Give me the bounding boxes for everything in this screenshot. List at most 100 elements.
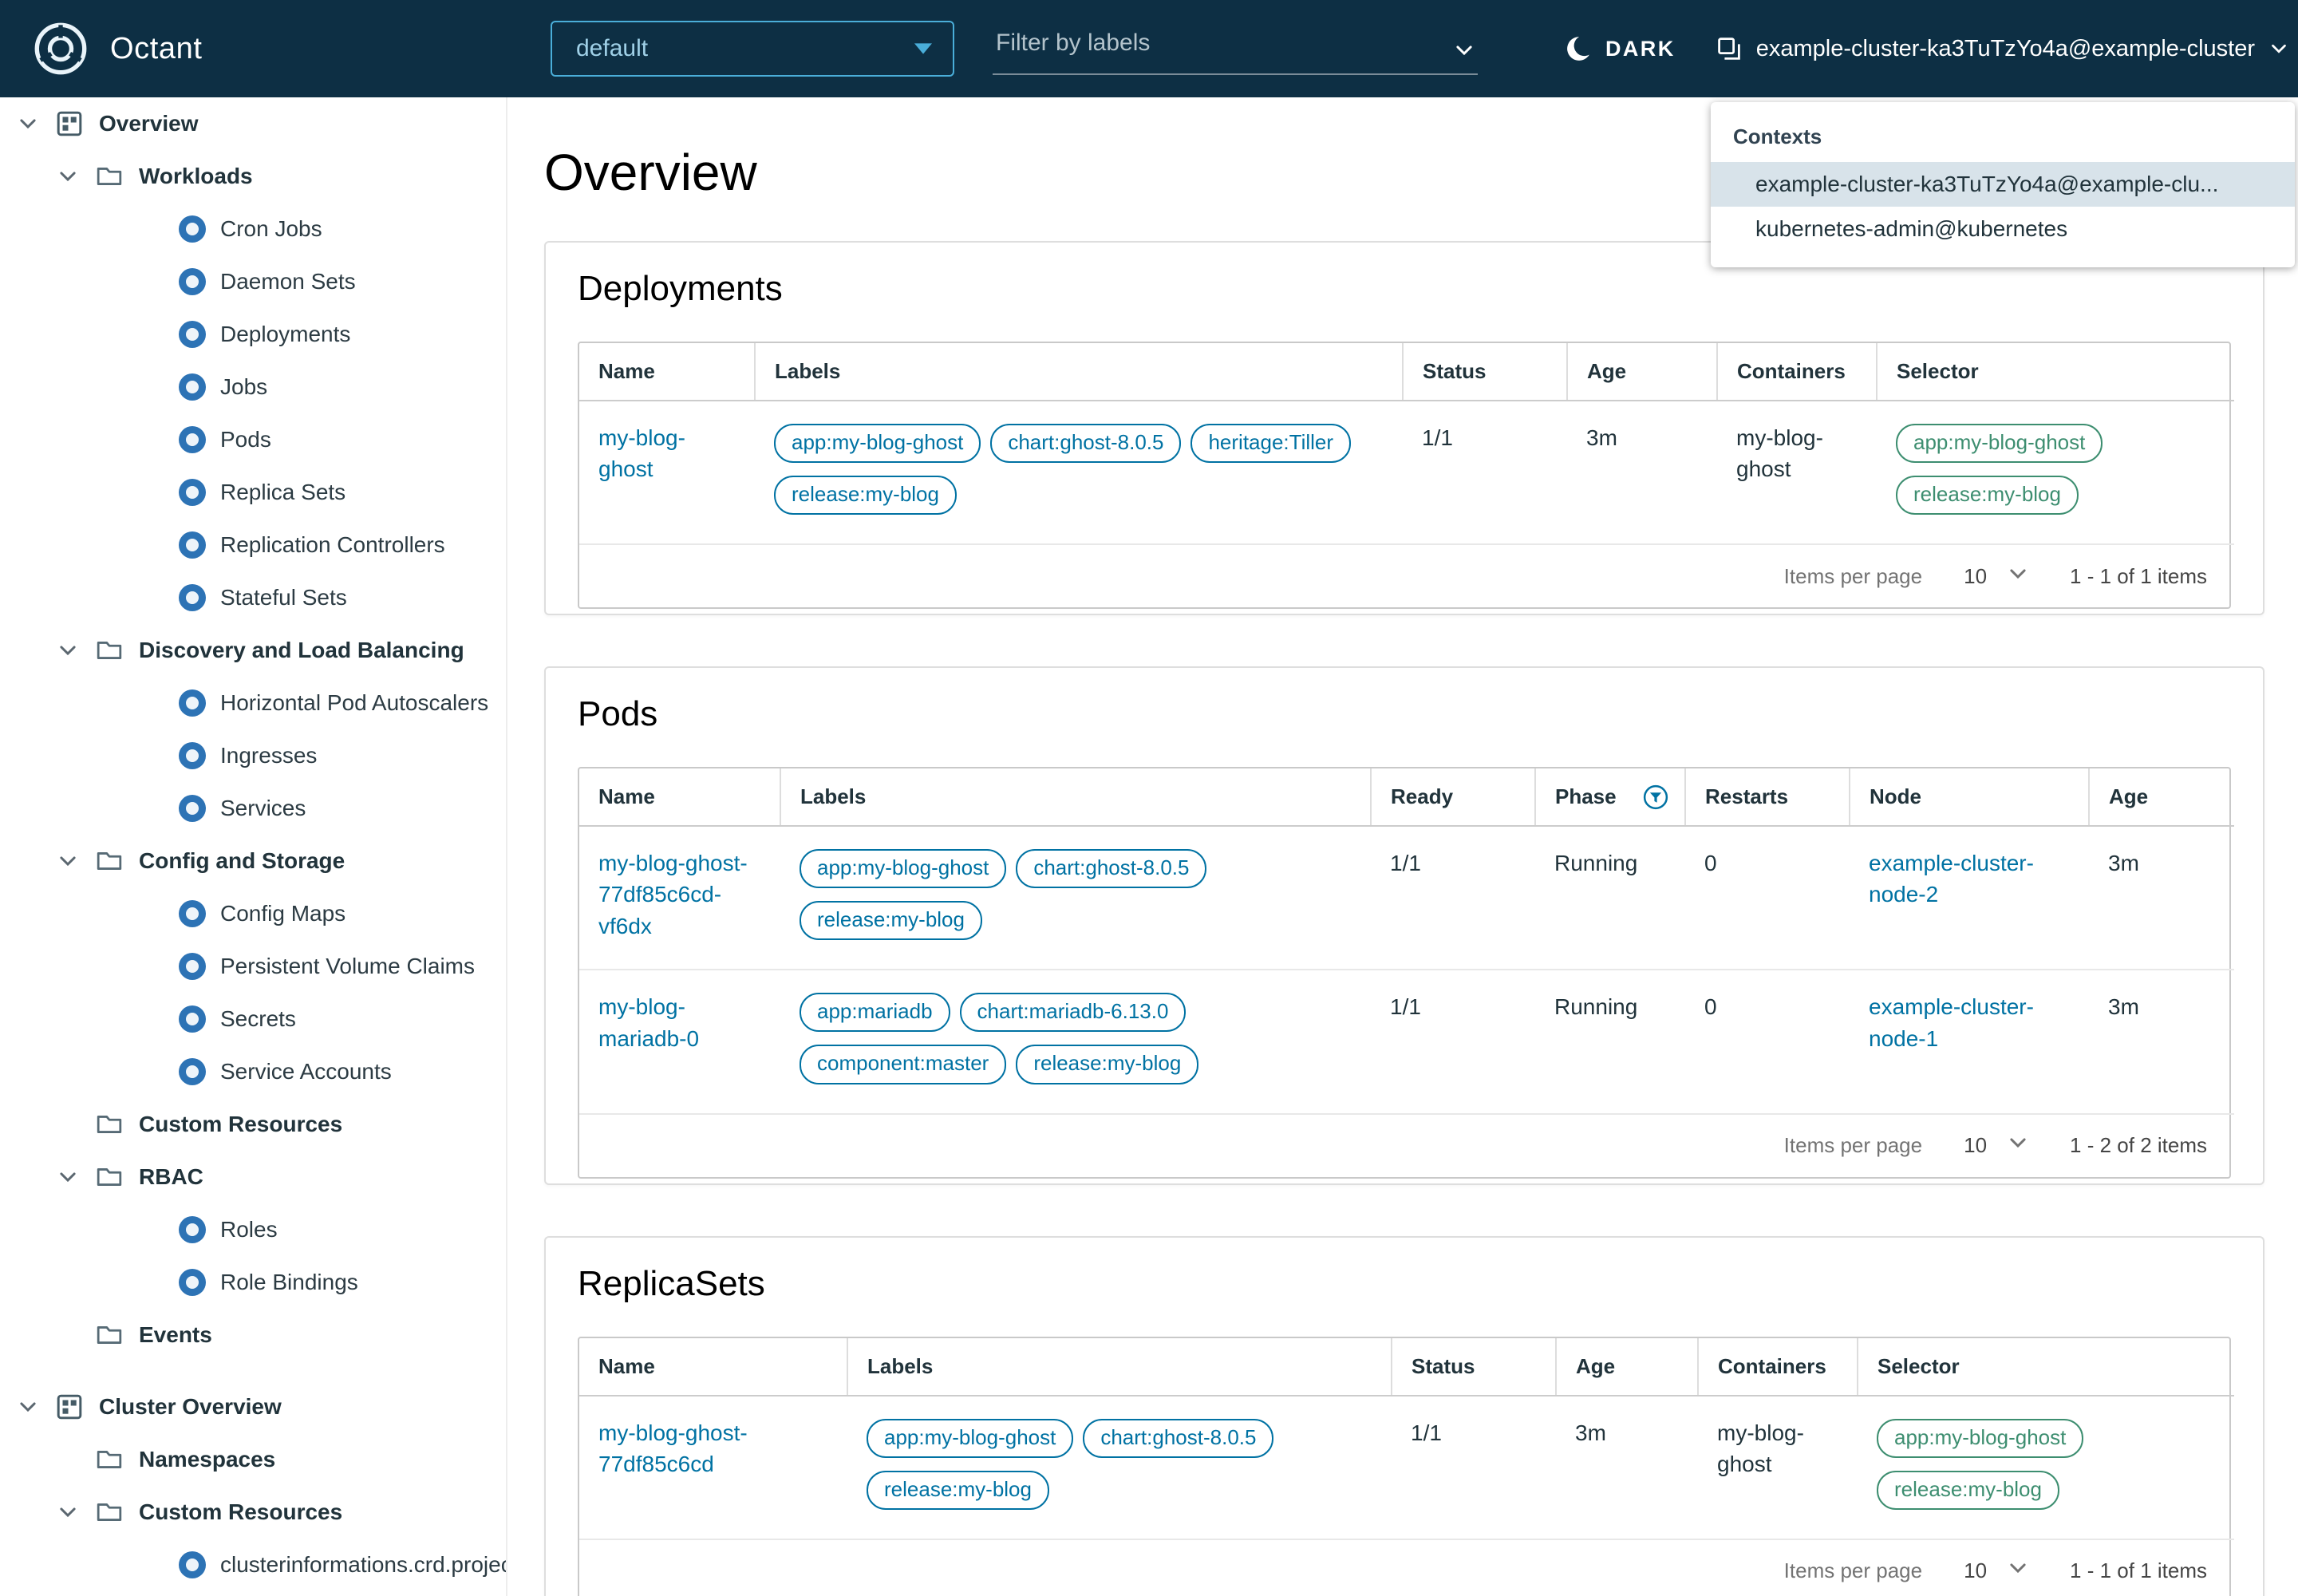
caret-down-icon[interactable] (57, 640, 78, 661)
cell-text: 1/1 (1422, 425, 1453, 450)
sidebar-item-role-bindings[interactable]: Role Bindings (0, 1256, 506, 1309)
sidebar-item-services[interactable]: Services (0, 782, 506, 835)
namespace-select[interactable]: default (551, 21, 954, 77)
label-tag: component:master (800, 1045, 1006, 1084)
sidebar-item-service-accounts[interactable]: Service Accounts (0, 1045, 506, 1098)
theme-toggle-label: DARK (1605, 37, 1676, 61)
sidebar-item-horizontal-pod-autoscalers[interactable]: Horizontal Pod Autoscalers (0, 677, 506, 729)
sidebar-item-custom-resources[interactable]: Custom Resources (0, 1486, 506, 1539)
sidebar-item-label: Config Maps (220, 901, 345, 926)
sidebar-item-namespaces[interactable]: Namespaces (0, 1433, 506, 1486)
caret-down-icon[interactable] (57, 1502, 78, 1523)
sidebar-item-roles[interactable]: Roles (0, 1203, 506, 1256)
caret-down-icon[interactable] (57, 166, 78, 187)
column-header-label: Node (1870, 784, 1921, 809)
replica-sets-icon (179, 479, 206, 506)
caret-down-icon[interactable] (18, 1396, 38, 1417)
sidebar-item-discovery-and-load-balancing[interactable]: Discovery and Load Balancing (0, 624, 506, 677)
sidebar-item-csidrivers-csi-storage-k8s-io[interactable]: csidrivers.csi.storage.k8s.io (0, 1591, 506, 1596)
sidebar-item-custom-resources[interactable]: Custom Resources (0, 1098, 506, 1151)
sidebar-item-clusterinformations-crd-projec[interactable]: clusterinformations.crd.projec (0, 1539, 506, 1591)
column-filter-icon[interactable] (1643, 784, 1668, 810)
label-tags: app:my-blog-ghostchart:ghost-8.0.5releas… (867, 1417, 1376, 1521)
label-tag: app:my-blog-ghost (800, 849, 1006, 888)
column-header-label: Age (1576, 1354, 1615, 1379)
theme-toggle[interactable]: DARK (1564, 0, 1676, 97)
caret-down-icon[interactable] (57, 1167, 78, 1187)
cell-containers: my-blog-ghost (1698, 1396, 1858, 1539)
sidebar-item-overview[interactable]: Overview (0, 97, 506, 150)
context-option[interactable]: kubernetes-admin@kubernetes (1711, 207, 2295, 251)
sidebar-item-config-and-storage[interactable]: Config and Storage (0, 835, 506, 887)
cell-labels: app:my-blog-ghostchart:ghost-8.0.5herita… (755, 401, 1403, 544)
label-tag: chart:mariadb-6.13.0 (960, 993, 1187, 1032)
sidebar-item-rbac[interactable]: RBAC (0, 1151, 506, 1203)
column-header-containers[interactable]: Containers (1717, 343, 1877, 401)
caret-down-icon[interactable] (18, 113, 38, 134)
column-header-label: Age (1587, 359, 1626, 384)
column-header-labels[interactable]: Labels (755, 343, 1403, 401)
sidebar-item-daemon-sets[interactable]: Daemon Sets (0, 255, 506, 308)
sidebar-item-deployments[interactable]: Deployments (0, 308, 506, 361)
context-selector[interactable]: example-cluster-ka3TuTzYo4a@example-clus… (1716, 0, 2288, 97)
column-header-selector[interactable]: Selector (1877, 343, 2234, 401)
column-header-selector[interactable]: Selector (1858, 1338, 2234, 1396)
sidebar-item-label: Roles (220, 1217, 278, 1242)
sidebar-item-secrets[interactable]: Secrets (0, 993, 506, 1045)
sidebar-item-jobs[interactable]: Jobs (0, 361, 506, 413)
link-example-cluster-node-2[interactable]: example-cluster-node-2 (1869, 851, 2034, 907)
label-filter (993, 22, 1478, 75)
page-size-select[interactable]: 10 (1964, 1558, 2028, 1584)
cell-text: 1/1 (1390, 851, 1421, 875)
sidebar-item-cron-jobs[interactable]: Cron Jobs (0, 203, 506, 255)
column-header-status[interactable]: Status (1392, 1338, 1556, 1396)
contexts-dropdown-title: Contexts (1711, 115, 2295, 162)
sidebar-item-replication-controllers[interactable]: Replication Controllers (0, 519, 506, 571)
link-example-cluster-node-1[interactable]: example-cluster-node-1 (1869, 994, 2034, 1050)
page-size-select[interactable]: 10 (1964, 1132, 2028, 1159)
chevron-down-icon (2008, 1132, 2028, 1159)
column-header-age[interactable]: Age (2089, 768, 2234, 826)
label-filter-input[interactable] (993, 22, 1478, 75)
column-header-age[interactable]: Age (1556, 1338, 1698, 1396)
column-header-containers[interactable]: Containers (1698, 1338, 1858, 1396)
column-header-label: Selector (1877, 1354, 1960, 1379)
folder-icon (96, 163, 123, 190)
context-option-selected[interactable]: example-cluster-ka3TuTzYo4a@example-clu.… (1711, 162, 2295, 207)
column-header-node[interactable]: Node (1850, 768, 2089, 826)
column-header-name[interactable]: Name (579, 768, 780, 826)
sidebar-item-persistent-volume-claims[interactable]: Persistent Volume Claims (0, 940, 506, 993)
sidebar-item-replica-sets[interactable]: Replica Sets (0, 466, 506, 519)
cell-labels: app:my-blog-ghostchart:ghost-8.0.5releas… (847, 1396, 1392, 1539)
chevron-down-icon[interactable] (1454, 40, 1475, 61)
caret-down-icon[interactable] (57, 851, 78, 871)
column-header-name[interactable]: Name (579, 1338, 847, 1396)
page-size-select[interactable]: 10 (1964, 563, 2028, 590)
page-size-value: 10 (1964, 564, 1987, 589)
column-header-age[interactable]: Age (1567, 343, 1717, 401)
link-my-blog-mariadb-0[interactable]: my-blog-mariadb-0 (598, 994, 699, 1050)
column-header-labels[interactable]: Labels (847, 1338, 1392, 1396)
sidebar-item-workloads[interactable]: Workloads (0, 150, 506, 203)
column-header-label: Selector (1897, 359, 1979, 384)
sidebar-item-events[interactable]: Events (0, 1309, 506, 1361)
link-my-blog-ghost-77df85c6cd-vf6dx[interactable]: my-blog-ghost-77df85c6cd-vf6dx (598, 851, 748, 938)
label-tags: app:my-blog-ghostchart:ghost-8.0.5herita… (774, 422, 1387, 526)
cell-selector: app:my-blog-ghostrelease:my-blog (1858, 1396, 2234, 1539)
folder-icon (96, 1163, 123, 1191)
sidebar-item-cluster-overview[interactable]: Cluster Overview (0, 1381, 506, 1433)
sidebar-item-ingresses[interactable]: Ingresses (0, 729, 506, 782)
sidebar-item-pods[interactable]: Pods (0, 413, 506, 466)
column-header-labels[interactable]: Labels (780, 768, 1371, 826)
link-my-blog-ghost[interactable]: my-blog-ghost (598, 425, 685, 481)
column-header-status[interactable]: Status (1403, 343, 1567, 401)
column-header-phase[interactable]: Phase (1535, 768, 1685, 826)
chevron-down-icon (2008, 563, 2028, 590)
column-header-name[interactable]: Name (579, 343, 755, 401)
column-header-restarts[interactable]: Restarts (1685, 768, 1850, 826)
card-title: ReplicaSets (578, 1263, 2231, 1305)
link-my-blog-ghost-77df85c6cd[interactable]: my-blog-ghost-77df85c6cd (598, 1420, 748, 1476)
sidebar-item-config-maps[interactable]: Config Maps (0, 887, 506, 940)
sidebar-item-stateful-sets[interactable]: Stateful Sets (0, 571, 506, 624)
column-header-ready[interactable]: Ready (1371, 768, 1535, 826)
